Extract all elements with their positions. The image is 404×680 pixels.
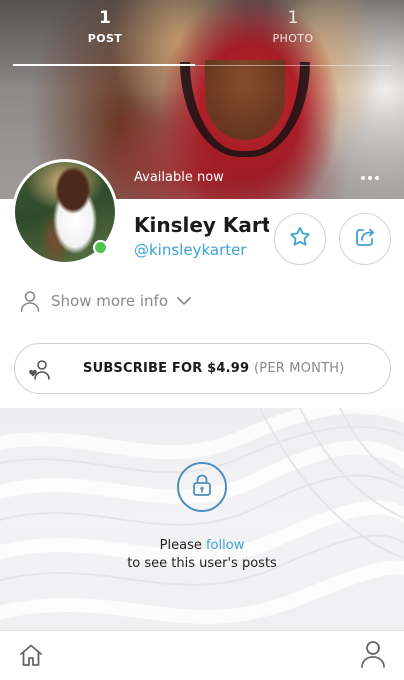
lock-badge	[177, 462, 227, 512]
active-tab-indicator	[13, 64, 195, 66]
bottom-nav	[0, 630, 404, 680]
share-button[interactable]	[339, 213, 391, 265]
locked-message-prefix: Please	[159, 538, 206, 553]
profile-icon	[360, 640, 386, 672]
favorite-button[interactable]	[274, 213, 326, 265]
tab-photo-label: PHOTO	[272, 32, 314, 45]
follow-link[interactable]: follow	[206, 538, 244, 553]
share-icon	[353, 225, 377, 253]
dot-icon	[375, 176, 379, 180]
profile-tabs: 1 POST 1 PHOTO	[0, 6, 404, 66]
tab-photo-count: 1	[287, 8, 299, 28]
star-icon	[288, 225, 312, 253]
dot-icon	[361, 176, 365, 180]
profile-button[interactable]	[358, 641, 388, 671]
home-button[interactable]	[16, 642, 46, 672]
subscribe-period: (PER MONTH)	[254, 361, 345, 376]
subscribe-label: SUBSCRIBE FOR $4.99 (PER MONTH)	[83, 361, 344, 376]
lock-icon	[191, 473, 213, 501]
more-options-button[interactable]	[358, 172, 382, 184]
online-indicator	[93, 240, 108, 255]
subscribe-price: SUBSCRIBE FOR $4.99	[83, 361, 250, 376]
show-more-info-toggle[interactable]: Show more info	[20, 288, 192, 314]
wave-background	[0, 408, 404, 624]
profile-handle[interactable]: @kinsleykarter	[134, 241, 247, 259]
tab-post-count: 1	[99, 8, 111, 28]
show-more-info-label: Show more info	[51, 292, 168, 310]
profile-name: Kinsley Kart...	[134, 213, 269, 237]
availability-status: Available now	[134, 170, 224, 185]
locked-message-line2: to see this user's posts	[127, 556, 277, 571]
chevron-down-icon	[176, 296, 192, 306]
locked-message-line1: Please follow	[0, 538, 404, 553]
dot-icon	[368, 176, 372, 180]
tab-post[interactable]: 1 POST	[10, 6, 200, 48]
user-outline-icon	[20, 290, 40, 312]
tab-photo[interactable]: 1 PHOTO	[198, 6, 388, 48]
home-icon	[18, 642, 44, 672]
tab-divider	[195, 65, 391, 66]
subscribe-button[interactable]: SUBSCRIBE FOR $4.99 (PER MONTH)	[14, 343, 391, 394]
locked-posts-area	[0, 408, 404, 630]
user-heart-icon	[28, 359, 52, 381]
tab-post-label: POST	[87, 32, 123, 45]
